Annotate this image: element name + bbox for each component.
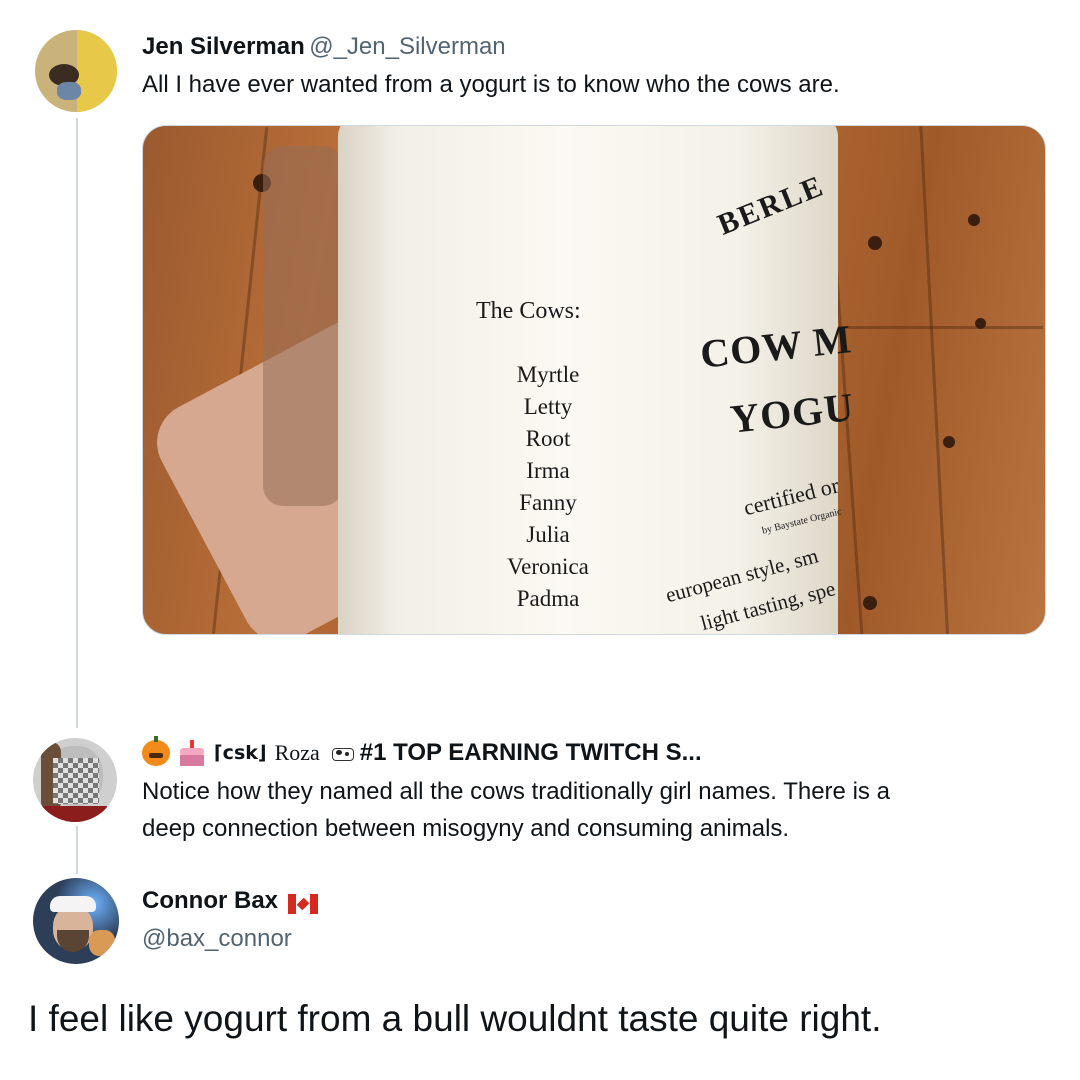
cake-icon: [178, 740, 206, 766]
pumpkin-stem: [154, 736, 158, 742]
cow-spot: [344, 752, 349, 756]
cows-list: Myrtle Letty Root Irma Fanny Julia Veron…: [488, 359, 608, 615]
cow-name: Letty: [523, 394, 573, 419]
tweet1-header: Jen Silverman @_Jen_Silverman: [142, 33, 506, 61]
avatar-dog: [89, 930, 115, 956]
avatar-roza[interactable]: [33, 738, 117, 822]
display-name-part1[interactable]: ⌈csk⌋: [214, 742, 267, 764]
cake-base: [180, 755, 204, 766]
display-name-part3[interactable]: #1 TOP EARNING TWITCH S...: [360, 739, 702, 767]
cow-name: Veronica: [507, 554, 589, 579]
thread-line: [76, 118, 78, 728]
avatar-jen[interactable]: [35, 30, 117, 112]
cows-heading: The Cows:: [476, 298, 581, 324]
wood-knot: [943, 436, 955, 448]
pumpkin-icon: [142, 736, 170, 766]
display-name-part2[interactable]: Roza: [275, 740, 320, 766]
avatar-body: [43, 806, 107, 822]
avatar-cap: [50, 896, 96, 912]
wood-plank-line: [833, 326, 1043, 329]
tweet2-text-line1: Notice how they named all the cows tradi…: [142, 778, 890, 805]
wood-knot: [863, 596, 877, 610]
cow-spot: [335, 750, 342, 755]
wood-knot: [968, 214, 980, 226]
avatar-shadow: [57, 82, 81, 100]
display-name[interactable]: Connor Bax: [142, 887, 278, 914]
pumpkin-face: [149, 753, 163, 758]
avatar-pixelation: [53, 758, 99, 804]
wood-plank-line: [919, 126, 950, 634]
tweet2-text-line2: deep connection between misogyny and con…: [142, 815, 790, 842]
user-handle[interactable]: @bax_connor: [142, 925, 292, 953]
tweet-photo[interactable]: The Cows: Myrtle Letty Root Irma Fanny J…: [142, 125, 1046, 635]
thread-line-lower: [76, 826, 78, 874]
cake-candle: [190, 740, 194, 748]
cow-name: Fanny: [519, 490, 577, 515]
tweet2-header: ⌈csk⌋ Roza #1 TOP EARNING TWITCH S...: [142, 736, 702, 767]
avatar-bg-yellow: [77, 30, 117, 112]
cow-icon: [328, 745, 354, 761]
cow-name: Padma: [516, 586, 580, 611]
tweet1-text: All I have ever wanted from a yogurt is …: [142, 71, 840, 98]
canada-flag-icon: [288, 893, 319, 914]
cow-name: Root: [525, 426, 571, 451]
wood-knot: [868, 236, 882, 250]
cow-body: [331, 748, 354, 761]
cow-name: Myrtle: [516, 362, 580, 387]
cow-name: Julia: [526, 522, 570, 547]
tweet3-text: I feel like yogurt from a bull wouldnt t…: [28, 998, 882, 1039]
cow-name: Irma: [526, 458, 570, 483]
avatar-connor[interactable]: [33, 878, 119, 964]
hand-shadow: [263, 146, 343, 506]
user-handle[interactable]: @_Jen_Silverman: [309, 33, 505, 60]
display-name[interactable]: Jen Silverman: [142, 33, 305, 60]
wood-knot: [975, 318, 986, 329]
tweet3-name-row: Connor Bax: [142, 887, 319, 915]
